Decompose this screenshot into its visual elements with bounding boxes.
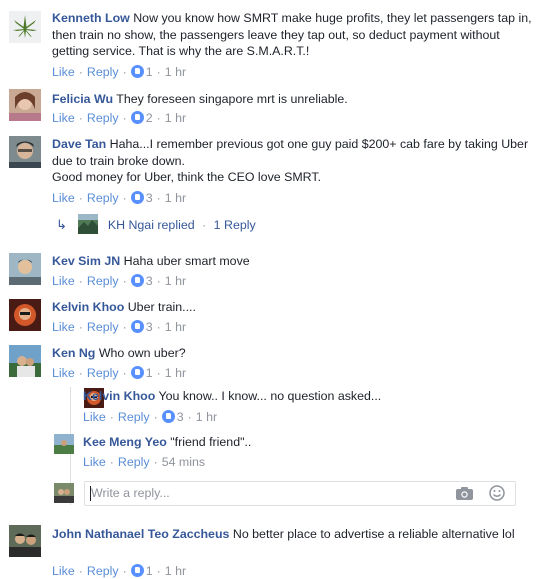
commenter-name[interactable]: Kelvin Khoo [52,300,124,314]
commenter-name[interactable]: Kenneth Low [52,11,130,25]
like-link[interactable]: Like [52,111,75,125]
profile-photo [9,136,41,168]
reaction-count[interactable]: 2 [146,111,153,125]
reply-link[interactable]: Reply [87,564,119,578]
like-link[interactable]: Like [83,410,106,424]
timestamp[interactable]: 1 hr [165,320,186,334]
commenter-name[interactable]: John Nathanael Teo Zaccheus [52,527,229,541]
profile-photo [9,525,41,557]
like-reaction-icon[interactable] [130,274,144,287]
avatar[interactable] [9,525,41,557]
timestamp[interactable]: 1 hr [165,274,186,288]
replier-name[interactable]: KH Ngai [108,218,154,232]
commenter-name[interactable]: Kev Sim JN [52,254,120,268]
reaction-count[interactable]: 3 [177,410,184,424]
avatar[interactable] [9,136,41,168]
reply-link[interactable]: Reply [87,65,119,79]
view-replies-link[interactable]: ↳ KH Ngai replied · 1 Reply [56,214,256,234]
profile-photo [9,89,41,121]
commenter-name[interactable]: Ken Ng [52,346,95,360]
like-link[interactable]: Like [83,455,106,469]
comment-actions: Like · Reply · 2 · 1 hr [52,111,187,125]
like-reaction-icon[interactable] [161,410,175,423]
avatar[interactable] [9,253,41,285]
timestamp[interactable]: 1 hr [165,191,186,205]
like-reaction-icon[interactable] [130,111,144,124]
like-reaction-icon[interactable] [130,191,144,204]
comment-actions: Like · Reply · 54 mins [83,455,206,469]
avatar[interactable] [9,11,41,43]
comment-text: "friend friend".. [170,435,252,449]
reply-link[interactable]: Reply [118,410,150,424]
commenter-name[interactable]: Kelvin Khoo [83,389,155,403]
avatar[interactable] [9,89,41,121]
commenter-name[interactable]: Felicia Wu [52,92,113,106]
comment-text: You know.. I know... no question asked..… [158,389,382,403]
reply-link[interactable]: Reply [87,274,119,288]
comment-text: Haha...I remember previous got one guy p… [52,137,529,168]
weed-leaf-icon [9,11,41,43]
commenter-name[interactable]: Dave Tan [52,137,106,151]
reaction-count[interactable]: 1 [146,366,153,380]
profile-photo [78,214,99,234]
reply-link[interactable]: Reply [87,191,119,205]
like-link[interactable]: Like [52,191,75,205]
timestamp[interactable]: 54 mins [162,455,205,469]
reaction-count[interactable]: 1 [146,564,153,578]
comment-actions: Like · Reply · 1 · 1 hr [52,65,187,79]
reply-link[interactable]: Reply [87,366,119,380]
like-reaction-icon[interactable] [130,366,144,379]
comment-actions: Like · Reply · 1 · 1 hr [52,564,187,578]
like-reaction-icon[interactable] [130,320,144,333]
reply-link[interactable]: Reply [87,320,119,334]
avatar [78,214,99,234]
comment-actions: Like · Reply · 3 · 1 hr [52,320,187,334]
like-link[interactable]: Like [52,274,75,288]
timestamp[interactable]: 1 hr [165,366,186,380]
timestamp[interactable]: 1 hr [165,564,186,578]
like-reaction-icon[interactable] [130,65,144,78]
comment-text-line2: Good money for Uber, think the CEO love … [52,170,322,184]
reaction-count[interactable]: 3 [146,191,153,205]
timestamp[interactable]: 1 hr [165,65,186,79]
reply-placeholder: Write a reply... [91,486,170,500]
profile-photo [54,483,74,503]
profile-photo [9,345,41,377]
reply-link[interactable]: Reply [118,455,150,469]
profile-photo [9,299,41,331]
reply-count[interactable]: 1 Reply [214,218,256,232]
comment-actions: Like · Reply · 3 · 1 hr [83,410,218,424]
comment-actions: Like · Reply · 3 · 1 hr [52,191,187,205]
reply-arrow-icon: ↳ [56,217,67,232]
reply-link[interactable]: Reply [87,111,119,125]
avatar[interactable] [54,434,74,454]
like-link[interactable]: Like [52,320,75,334]
comment-actions: Like · Reply · 3 · 1 hr [52,274,187,288]
comment-actions: Like · Reply · 1 · 1 hr [52,366,187,380]
reaction-count[interactable]: 1 [146,65,153,79]
reply-input[interactable]: Write a reply... [84,481,516,506]
emoji-icon[interactable] [489,485,505,504]
comment-text: Haha uber smart move [123,254,250,268]
like-reaction-icon[interactable] [130,564,144,577]
timestamp[interactable]: 1 hr [165,111,186,125]
comment-text: They foreseen singapore mrt is unreliabl… [116,92,348,106]
avatar[interactable] [9,345,41,377]
current-user-avatar [54,483,74,503]
reaction-count[interactable]: 3 [146,320,153,334]
profile-photo [9,253,41,285]
camera-icon[interactable] [456,487,473,503]
like-link[interactable]: Like [52,366,75,380]
comment-text: No better place to advertise a reliable … [232,527,515,541]
comment-text: Uber train.... [127,300,196,314]
like-link[interactable]: Like [52,564,75,578]
like-link[interactable]: Like [52,65,75,79]
commenter-name[interactable]: Kee Meng Yeo [83,435,167,449]
avatar[interactable] [9,299,41,331]
reaction-count[interactable]: 3 [146,274,153,288]
profile-photo [54,434,74,454]
comment-text: Who own uber? [98,346,186,360]
timestamp[interactable]: 1 hr [196,410,217,424]
